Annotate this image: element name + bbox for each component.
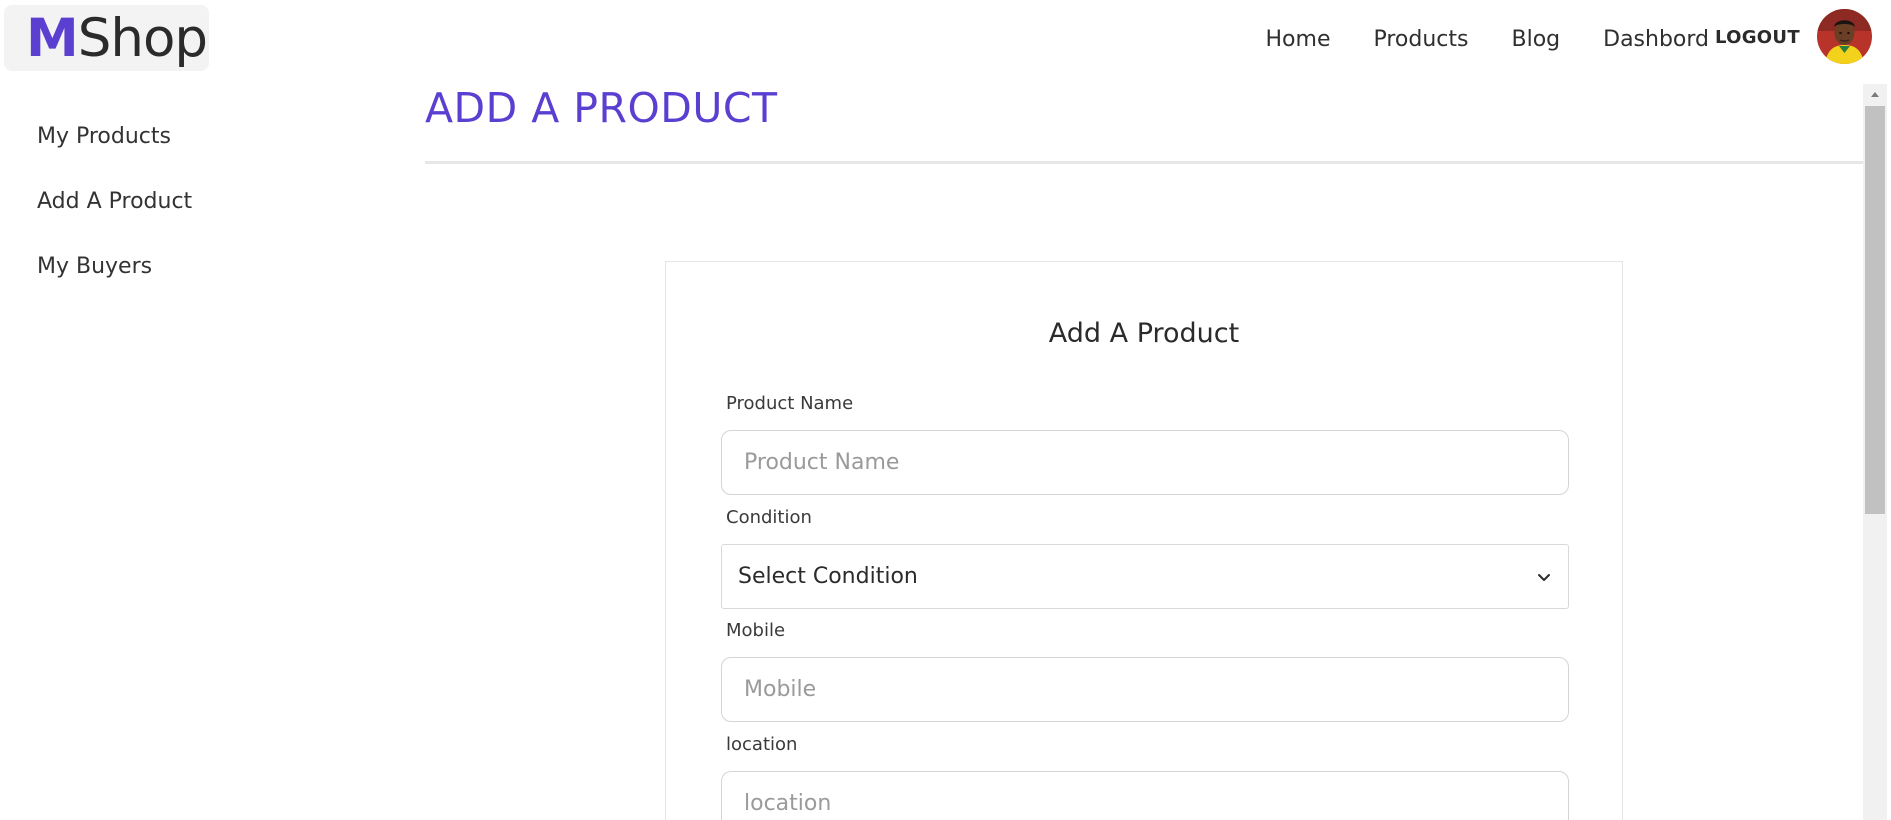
brand-initial: M — [26, 7, 79, 69]
page-title: ADD A PRODUCT — [425, 84, 778, 132]
product-name-input[interactable] — [722, 431, 1568, 494]
product-name-label: Product Name — [726, 393, 854, 414]
page: M Shop Home Products Blog Dashbord LOGOUT… — [0, 0, 1891, 820]
location-label: location — [726, 734, 798, 755]
mobile-input[interactable] — [722, 658, 1568, 721]
mobile-field-wrapper — [721, 657, 1569, 722]
mobile-label: Mobile — [726, 620, 786, 641]
avatar-photo-icon — [1817, 9, 1872, 64]
brand-name: Shop — [77, 7, 208, 69]
sidebar: My Products Add A Product My Buyers — [37, 120, 192, 315]
product-name-field-wrapper — [721, 430, 1569, 495]
sidebar-item-my-products[interactable]: My Products — [37, 120, 192, 185]
sidebar-item-my-buyers[interactable]: My Buyers — [37, 250, 192, 315]
header-divider — [425, 161, 1865, 164]
chevron-down-icon — [1538, 573, 1550, 581]
add-product-form: Add A Product Product Name Condition Sel… — [665, 261, 1623, 820]
location-input[interactable] — [722, 772, 1568, 820]
user-avatar[interactable] — [1817, 9, 1872, 64]
location-field-wrapper — [721, 771, 1569, 820]
form-title: Add A Product — [1048, 318, 1240, 349]
sidebar-item-add-a-product[interactable]: Add A Product — [37, 185, 192, 250]
nav-blog[interactable]: Blog — [1511, 27, 1560, 52]
top-nav: Home Products Blog Dashbord — [1266, 18, 1709, 60]
condition-select[interactable]: Select Condition — [721, 544, 1569, 609]
nav-dashboard[interactable]: Dashbord — [1603, 27, 1709, 52]
scroll-up-arrow-icon[interactable] — [1863, 84, 1887, 104]
brand-logo[interactable]: M Shop — [4, 5, 209, 71]
condition-selected-value: Select Condition — [738, 564, 918, 589]
logout-button[interactable]: LOGOUT — [1715, 27, 1800, 48]
page-scrollbar-thumb[interactable] — [1865, 106, 1885, 514]
nav-products[interactable]: Products — [1373, 27, 1468, 52]
condition-label: Condition — [726, 507, 812, 528]
nav-home[interactable]: Home — [1266, 27, 1331, 52]
